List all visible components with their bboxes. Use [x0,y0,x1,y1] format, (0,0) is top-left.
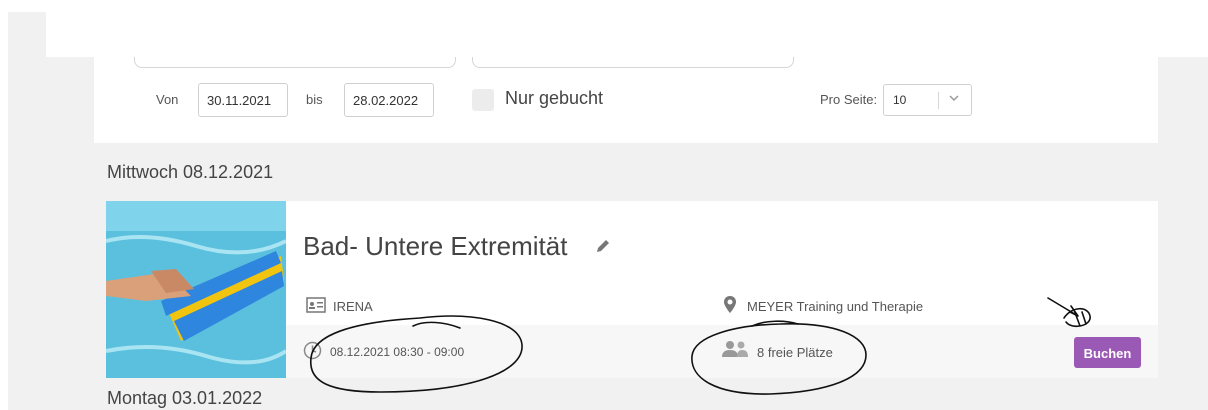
to-label: bis [306,92,323,107]
book-button[interactable]: Buchen [1074,337,1141,368]
swimming-board-image [106,201,286,378]
trainer-name: IRENA [333,299,373,314]
edit-icon[interactable] [594,237,612,255]
search-field-top[interactable] [134,57,456,68]
users-icon [722,341,748,357]
only-booked-checkbox[interactable] [472,89,494,111]
location-pin-icon [724,296,736,313]
per-page-select[interactable]: 10 [883,84,972,116]
event-title[interactable]: Bad- Untere Extremität [303,231,567,262]
from-label: Von [156,92,179,107]
day-heading: Mittwoch 08.12.2021 [107,162,274,182]
only-booked-label[interactable]: Nur gebucht [505,88,603,109]
event-card: Bad- Untere Extremität IRENA MEYER Train… [106,201,1158,378]
from-date-input[interactable]: 30.11.2021 [198,83,288,117]
location-name: MEYER Training und Therapie [747,299,924,314]
to-date-input[interactable]: 28.02.2022 [344,83,434,117]
select-separator [938,92,939,109]
chevron-down-icon[interactable] [947,91,961,105]
category-field-top[interactable] [472,57,794,68]
free-spots: 8 freie Plätze [757,345,833,360]
id-card-icon [306,297,326,313]
per-page-value: 10 [893,93,907,107]
day-heading: Montag 03.01.2022 [107,388,263,408]
per-page-label: Pro Seite: [820,92,878,107]
clock-icon [303,341,322,360]
event-datetime: 08.12.2021 08:30 - 09:00 [330,345,465,359]
top-header [46,12,1208,57]
